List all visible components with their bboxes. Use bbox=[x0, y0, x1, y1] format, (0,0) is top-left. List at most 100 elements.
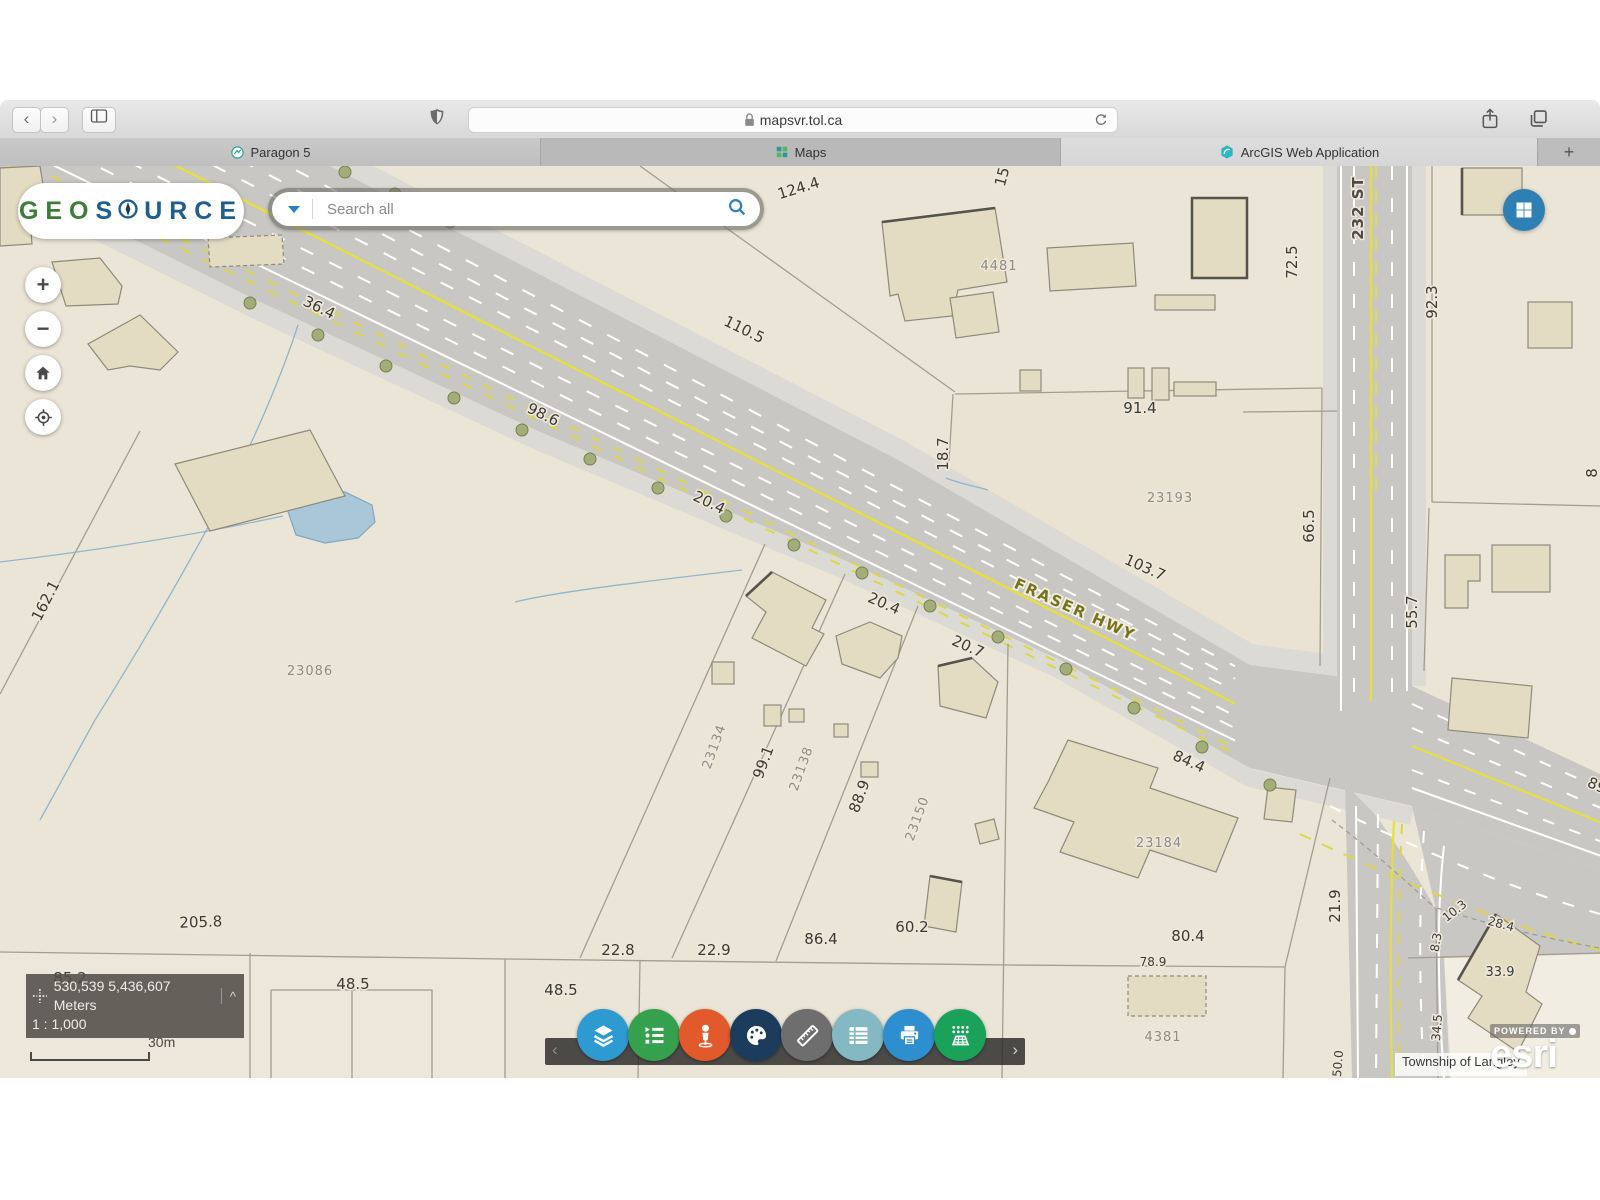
home-button[interactable] bbox=[25, 355, 61, 391]
map-label: 66.5 bbox=[1300, 509, 1318, 542]
esri-dot bbox=[1569, 1028, 1576, 1035]
scale-bar-line bbox=[30, 1052, 150, 1061]
map-label: 86.4 bbox=[804, 930, 837, 948]
map-label: 21.9 bbox=[1326, 889, 1344, 922]
coordinate-widget[interactable]: 530,539 5,436,607 Meters ^ 1 : 1,000 bbox=[26, 974, 244, 1038]
logo-text-urce: URCE bbox=[144, 197, 243, 226]
zoom-out-button[interactable]: − bbox=[25, 311, 61, 347]
address-bar[interactable]: mapsvr.tol.ca bbox=[468, 107, 1118, 133]
privacy-shield-icon[interactable] bbox=[428, 107, 446, 134]
scale-bar: 30m bbox=[30, 1034, 180, 1060]
map-toolbar: ‹ › bbox=[545, 1038, 1025, 1065]
tree-icon bbox=[312, 329, 324, 341]
map-label: 4481 bbox=[980, 259, 1017, 274]
map-label: 232 ST bbox=[1349, 176, 1367, 240]
tree-icon bbox=[788, 539, 800, 551]
streetview-tool-button[interactable] bbox=[679, 1009, 731, 1061]
toolbar-prev-button[interactable]: ‹ bbox=[552, 1040, 558, 1060]
map-label: 34.5 bbox=[1429, 1014, 1445, 1042]
tree-icon bbox=[1264, 779, 1276, 791]
map-label: 23193 bbox=[1147, 491, 1193, 506]
tree-icon bbox=[652, 482, 664, 494]
compass-icon bbox=[117, 198, 139, 225]
table-icon bbox=[845, 1022, 872, 1049]
logo-text-s: S bbox=[96, 197, 120, 226]
map-label: 22.8 bbox=[601, 941, 634, 959]
measure-icon bbox=[794, 1022, 821, 1049]
browser-tabbar: Paragon 5 Maps ArcGIS Web Application + bbox=[0, 138, 1600, 167]
screenshot-canvas: ‹ › mapsvr.tol.ca bbox=[0, 0, 1600, 1200]
map-label: 48.5 bbox=[336, 975, 369, 993]
search-button[interactable] bbox=[726, 196, 748, 223]
tree-icon bbox=[856, 567, 868, 579]
tree-icon bbox=[244, 297, 256, 309]
search-input[interactable] bbox=[313, 200, 726, 219]
tree-icon bbox=[1128, 702, 1140, 714]
forward-button[interactable]: › bbox=[40, 107, 69, 133]
scale-bar-label: 30m bbox=[148, 1034, 175, 1050]
share-button[interactable] bbox=[1480, 107, 1500, 136]
map-label: 78.9 bbox=[1140, 955, 1167, 969]
map-label: 91.4 bbox=[1123, 399, 1156, 417]
tree-icon bbox=[584, 453, 596, 465]
scale-readout: 1 : 1,000 bbox=[32, 1015, 238, 1034]
toolbar-next-button[interactable]: › bbox=[1012, 1040, 1018, 1060]
measure-tool-button[interactable] bbox=[781, 1009, 833, 1061]
layers-tool-button[interactable] bbox=[577, 1009, 629, 1061]
locate-button[interactable] bbox=[25, 399, 61, 435]
logo-text-geo: GEO bbox=[19, 197, 96, 226]
collapse-chevron[interactable]: ^ bbox=[228, 987, 238, 1006]
tree-icon bbox=[992, 631, 1004, 643]
tree-icon bbox=[380, 360, 392, 372]
table-tool-button[interactable] bbox=[832, 1009, 884, 1061]
locate-icon bbox=[34, 408, 53, 427]
url-text: mapsvr.tol.ca bbox=[760, 112, 842, 128]
lock-icon bbox=[744, 113, 755, 127]
selection-tool-button[interactable] bbox=[934, 1009, 986, 1061]
apps-grid-button[interactable] bbox=[1503, 189, 1545, 231]
map-label: 4381 bbox=[1144, 1030, 1181, 1045]
search-dropdown-caret[interactable] bbox=[288, 206, 300, 213]
legend-tool-button[interactable] bbox=[628, 1009, 680, 1061]
new-tab-button[interactable]: + bbox=[1538, 138, 1600, 166]
draw-tool-button[interactable] bbox=[730, 1009, 782, 1061]
esri-logo: POWERED BY esri bbox=[1490, 1021, 1580, 1069]
search-icon bbox=[726, 196, 748, 218]
map-label: 18.7 bbox=[934, 437, 952, 470]
map-label: 60.2 bbox=[895, 918, 928, 936]
paragon5-favicon bbox=[230, 145, 245, 160]
tree-icon bbox=[448, 392, 460, 404]
tabs-icon bbox=[1528, 108, 1549, 129]
tab-maps[interactable]: Maps bbox=[541, 138, 1061, 166]
map-label: 72.5 bbox=[1283, 245, 1301, 278]
maps-favicon bbox=[775, 145, 789, 159]
map-label: 23086 bbox=[287, 664, 333, 679]
arcgis-favicon bbox=[1219, 144, 1235, 160]
tree-icon bbox=[924, 600, 936, 612]
coordinate-readout: 530,539 5,436,607 Meters bbox=[54, 977, 215, 1015]
geosource-logo[interactable]: GEOS URCE bbox=[18, 183, 244, 239]
back-button[interactable]: ‹ bbox=[12, 107, 41, 133]
map-label: 92.3 bbox=[1423, 285, 1441, 318]
map-label: 55.7 bbox=[1403, 595, 1421, 628]
tab-overview-button[interactable] bbox=[1528, 108, 1549, 134]
tab-label: Maps bbox=[795, 145, 827, 160]
sidebar-toggle-button[interactable] bbox=[82, 107, 116, 133]
tree-icon bbox=[1196, 741, 1208, 753]
tab-paragon5[interactable]: Paragon 5 bbox=[0, 138, 541, 166]
refresh-button[interactable] bbox=[1093, 111, 1109, 131]
map-label: 22.9 bbox=[697, 941, 730, 959]
layers-icon bbox=[590, 1022, 617, 1049]
divider bbox=[221, 988, 222, 1004]
sidebar-icon bbox=[90, 108, 108, 124]
map-viewport[interactable]: 124.436.4110.598.620.491.418.7103.766.57… bbox=[0, 166, 1600, 1078]
map-canvas[interactable]: 124.436.4110.598.620.491.418.7103.766.57… bbox=[0, 166, 1600, 1078]
tab-arcgis[interactable]: ArcGIS Web Application bbox=[1061, 138, 1538, 166]
tree-icon bbox=[516, 424, 528, 436]
zoom-in-button[interactable]: + bbox=[25, 267, 61, 303]
esri-brand-text: esri bbox=[1490, 1039, 1580, 1069]
selection-icon bbox=[947, 1022, 974, 1049]
print-tool-button[interactable] bbox=[883, 1009, 935, 1061]
map-label: 205.8 bbox=[179, 912, 223, 931]
tab-label: Paragon 5 bbox=[251, 145, 311, 160]
